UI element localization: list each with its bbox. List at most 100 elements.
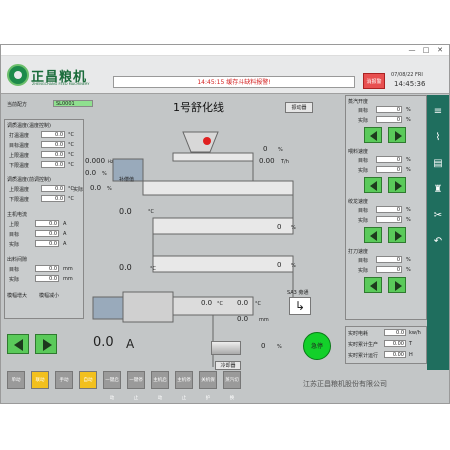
row-label: 实际 — [358, 218, 369, 224]
gap-decrease-button[interactable] — [35, 334, 57, 354]
steam-target[interactable]: 0 — [376, 106, 402, 113]
row-label: 目标 — [358, 158, 369, 164]
cond1-temp: 0.0 — [119, 207, 132, 216]
unit: % — [406, 257, 411, 263]
screw-target[interactable]: 0 — [376, 206, 402, 213]
tools-icon[interactable]: ✂ — [431, 209, 445, 223]
back-icon[interactable]: ↶ — [431, 235, 445, 249]
screw-increase-button[interactable] — [388, 227, 406, 243]
cutter-target[interactable]: 0 — [376, 256, 402, 263]
alarm-banner: 14:45:15 缓存斗缺料报警! — [113, 76, 355, 88]
chart-icon[interactable]: ⌇ — [431, 131, 445, 145]
row-label: 实际 — [9, 242, 20, 248]
steam-decrease-button[interactable] — [364, 127, 382, 143]
close-icon[interactable]: ✕ — [433, 45, 447, 56]
vibrator-button[interactable]: 振动器 — [285, 102, 313, 113]
estop-button[interactable]: 急停 — [303, 332, 331, 360]
mode-button[interactable]: 联动 — [31, 371, 49, 389]
temp-unit: °C — [255, 301, 261, 307]
row-label: 实际 — [358, 118, 369, 124]
temp-value[interactable]: 0.0 — [41, 185, 65, 192]
feed-target[interactable]: 0 — [376, 156, 402, 163]
main-current: 0.0 — [93, 335, 114, 350]
cutter-decrease-button[interactable] — [364, 277, 382, 293]
current-value: 0.0 — [35, 240, 59, 247]
row-label: 下限温度 — [9, 197, 30, 203]
row-label: 下限温度 — [9, 163, 30, 169]
current-unit: A — [126, 337, 135, 351]
cutter-pct: 0 — [261, 342, 266, 350]
cutter-rolls — [211, 341, 241, 355]
stat-unit: T — [409, 341, 413, 347]
feed-decrease-button[interactable] — [364, 177, 382, 193]
cond2-pct: 0 — [277, 261, 282, 269]
left-panel: 调质温度(温度控制) 打温温度 0.0 °C 目标温度 0.0 °C 上限温度 … — [4, 119, 84, 319]
bypass-label: SA3 旁通 — [287, 290, 309, 296]
row-label: 目标 — [358, 258, 369, 264]
gap-decrease-label: 模幅减小 — [39, 293, 60, 299]
unit: °C — [68, 142, 74, 148]
die-mm: 0.0 — [237, 315, 249, 323]
unit: % — [406, 167, 411, 173]
temp-value[interactable]: 0.0 — [41, 195, 65, 202]
cutter-actual: 0 — [376, 266, 402, 273]
temp-value[interactable]: 0.0 — [41, 141, 65, 148]
minimize-icon[interactable]: — — [405, 45, 419, 56]
steam-increase-button[interactable] — [388, 127, 406, 143]
screw-pct: 0 — [263, 145, 268, 153]
current-value[interactable]: 0.0 — [35, 220, 59, 227]
alarm-icon[interactable]: ▤ — [431, 157, 445, 171]
current-value[interactable]: 0.0 — [35, 230, 59, 237]
mode-button[interactable]: 关机保护 — [199, 371, 217, 401]
gap-increase-button[interactable] — [7, 334, 29, 354]
mode-button[interactable]: 手动 — [55, 371, 73, 389]
sliders-icon[interactable]: ≡ — [431, 105, 445, 119]
stat-unit: H — [409, 352, 413, 358]
company-name: 江苏正昌粮机股份有限公司 — [303, 380, 387, 388]
gap-value[interactable]: 0.0 — [35, 265, 59, 272]
mode-button[interactable]: 主机启动 — [151, 371, 169, 401]
mode-button[interactable]: 一键启动 — [103, 371, 121, 401]
feed-increase-button[interactable] — [388, 177, 406, 193]
unit: A — [63, 221, 67, 227]
actual-pct: 0.0 — [90, 184, 102, 192]
row-label: 上限温度 — [9, 187, 30, 193]
unit: A — [63, 241, 67, 247]
mode-button[interactable]: 单动 — [7, 371, 25, 389]
brand-subtitle: ZHENGCHANG FEED MACHINERY — [32, 82, 90, 86]
bypass-arrow-icon[interactable]: ↳ — [289, 297, 311, 315]
mode-button[interactable]: 蒸汽切换 — [223, 371, 241, 401]
gap-value: 0.0 — [35, 275, 59, 282]
gap-increase-label: 模幅增大 — [7, 293, 28, 299]
feeder-unit: Hz — [108, 159, 114, 164]
steam-adjust — [364, 127, 406, 143]
right-panel: 蒸汽开度 目标 0 % 实际 0 % 喂料速度 目标 0 % 实际 0 % 绞龙… — [345, 95, 427, 320]
row-label: 实际 — [9, 277, 20, 283]
temp-value[interactable]: 0.0 — [41, 161, 65, 168]
logo-icon — [7, 64, 29, 86]
unit: % — [406, 217, 411, 223]
mode-button[interactable]: 自动 — [79, 371, 97, 389]
mode-button[interactable]: 一键停止 — [127, 371, 145, 401]
unit: % — [406, 117, 411, 123]
feed-actual: 0 — [376, 166, 402, 173]
unit: % — [406, 207, 411, 213]
cooler-button[interactable]: 冷却器 — [215, 361, 241, 370]
header-bar: 正昌粮机 ZHENGCHANG FEED MACHINERY 14:45:15 … — [1, 56, 449, 94]
row-label: 实际 — [358, 168, 369, 174]
process-diagram — [92, 131, 294, 367]
temp-value[interactable]: 0.0 — [41, 151, 65, 158]
screw-actual: 0 — [376, 216, 402, 223]
mode-button[interactable]: 主机停止 — [175, 371, 193, 401]
cutter-increase-button[interactable] — [388, 277, 406, 293]
temp-unit: °C — [150, 266, 156, 272]
clear-alarm-button[interactable]: 消报警 — [363, 73, 385, 89]
mm-unit: mm — [259, 317, 269, 323]
steam-title: 蒸汽开度 — [348, 99, 369, 105]
row-label: 实际 — [358, 268, 369, 274]
screw-decrease-button[interactable] — [364, 227, 382, 243]
maximize-icon[interactable]: □ — [419, 45, 433, 56]
siren-icon[interactable]: ♜ — [431, 183, 445, 197]
recipe-field[interactable]: SL0001 — [53, 100, 93, 107]
screw-unit: T/h — [281, 159, 289, 165]
